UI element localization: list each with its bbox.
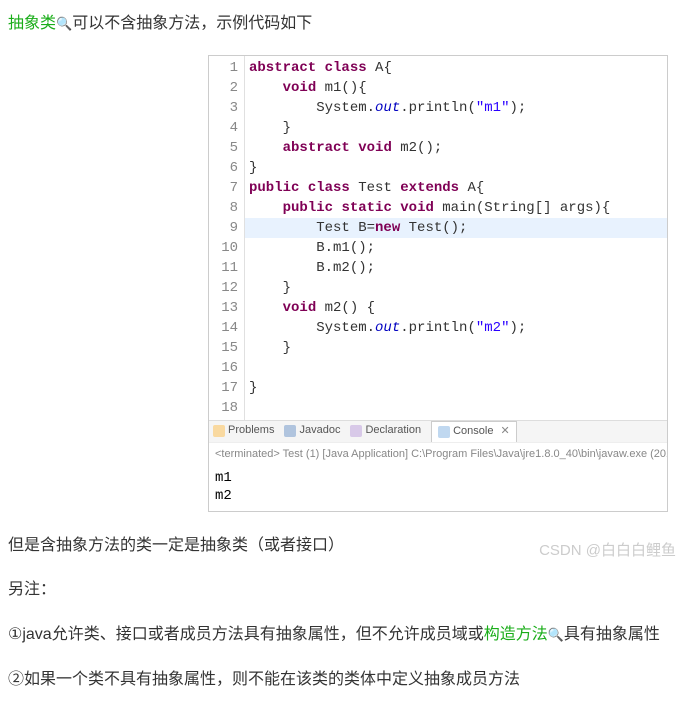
line-number: 13 bbox=[209, 298, 238, 318]
line-number: 15 bbox=[209, 338, 238, 358]
code-line: Test B=new Test(); bbox=[245, 218, 667, 238]
eclipse-tabs: Problems Javadoc Declaration Console ✕ bbox=[209, 420, 667, 442]
code-line: void m1(){ bbox=[245, 78, 667, 98]
close-icon[interactable]: ✕ bbox=[500, 422, 509, 442]
line-number: 5 bbox=[209, 138, 238, 158]
declaration-icon bbox=[350, 425, 362, 437]
code-line: void m2() { bbox=[245, 298, 667, 318]
tab-javadoc-label: Javadoc bbox=[299, 421, 340, 441]
p3-suffix: 具有抽象属性 bbox=[564, 626, 660, 643]
line-number: 2 bbox=[209, 78, 238, 98]
intro-text: 抽象类🔍可以不含抽象方法，示例代码如下 bbox=[8, 10, 680, 39]
line-number: 3 bbox=[209, 98, 238, 118]
code-line: B.m1(); bbox=[245, 238, 667, 258]
line-gutter: 123456789101112131415161718 bbox=[209, 56, 245, 420]
search-icon[interactable]: 🔍 bbox=[548, 623, 564, 646]
paragraph-1: 但是含抽象方法的类一定是抽象类（或者接口） bbox=[8, 532, 680, 561]
tab-javadoc[interactable]: Javadoc bbox=[284, 421, 340, 441]
tab-console[interactable]: Console ✕ bbox=[431, 421, 517, 442]
problems-icon bbox=[213, 425, 225, 437]
code-line: abstract void m2(); bbox=[245, 138, 667, 158]
code-line: } bbox=[245, 338, 667, 358]
code-line: abstract class A{ bbox=[245, 58, 667, 78]
terminated-status: <terminated> Test (1) [Java Application]… bbox=[209, 442, 667, 467]
line-number: 16 bbox=[209, 358, 238, 378]
tab-console-label: Console bbox=[453, 422, 493, 442]
intro-rest: 可以不含抽象方法，示例代码如下 bbox=[72, 15, 312, 32]
console-icon bbox=[438, 426, 450, 438]
abstract-class-link[interactable]: 抽象类 bbox=[8, 15, 56, 32]
output-line-1: m1 bbox=[215, 469, 661, 487]
tab-declaration-label: Declaration bbox=[365, 421, 421, 441]
code-line: System.out.println("m1"); bbox=[245, 98, 667, 118]
line-number: 18 bbox=[209, 398, 238, 418]
paragraph-3: ①java允许类、接口或者成员方法具有抽象属性，但不允许成员域或构造方法🔍具有抽… bbox=[8, 621, 680, 650]
paragraph-2: 另注： bbox=[8, 576, 680, 605]
code-line: } bbox=[245, 118, 667, 138]
line-number: 10 bbox=[209, 238, 238, 258]
search-icon[interactable]: 🔍 bbox=[56, 12, 72, 35]
code-line bbox=[245, 398, 667, 418]
line-number: 9 bbox=[209, 218, 238, 238]
p3-prefix: ①java允许类、接口或者成员方法具有抽象属性，但不允许成员域或 bbox=[8, 626, 484, 643]
code-line: public class Test extends A{ bbox=[245, 178, 667, 198]
code-line: public static void main(String[] args){ bbox=[245, 198, 667, 218]
code-body: abstract class A{ void m1(){ System.out.… bbox=[245, 56, 667, 420]
line-number: 4 bbox=[209, 118, 238, 138]
line-number: 6 bbox=[209, 158, 238, 178]
code-line: } bbox=[245, 278, 667, 298]
code-line: System.out.println("m2"); bbox=[245, 318, 667, 338]
line-number: 11 bbox=[209, 258, 238, 278]
constructor-link[interactable]: 构造方法 bbox=[484, 626, 548, 643]
output-line-2: m2 bbox=[215, 487, 661, 505]
code-editor: 123456789101112131415161718 abstract cla… bbox=[208, 55, 668, 512]
code-line: B.m2(); bbox=[245, 258, 667, 278]
line-number: 12 bbox=[209, 278, 238, 298]
code-line: } bbox=[245, 378, 667, 398]
tab-problems-label: Problems bbox=[228, 421, 274, 441]
line-number: 1 bbox=[209, 58, 238, 78]
tab-problems[interactable]: Problems bbox=[213, 421, 274, 441]
console-output: m1 m2 bbox=[209, 467, 667, 511]
paragraph-4: ②如果一个类不具有抽象属性，则不能在该类的类体中定义抽象成员方法 bbox=[8, 666, 680, 695]
line-number: 17 bbox=[209, 378, 238, 398]
tab-declaration[interactable]: Declaration bbox=[350, 421, 421, 441]
code-line bbox=[245, 358, 667, 378]
code-line: } bbox=[245, 158, 667, 178]
line-number: 14 bbox=[209, 318, 238, 338]
line-number: 7 bbox=[209, 178, 238, 198]
javadoc-icon bbox=[284, 425, 296, 437]
line-number: 8 bbox=[209, 198, 238, 218]
